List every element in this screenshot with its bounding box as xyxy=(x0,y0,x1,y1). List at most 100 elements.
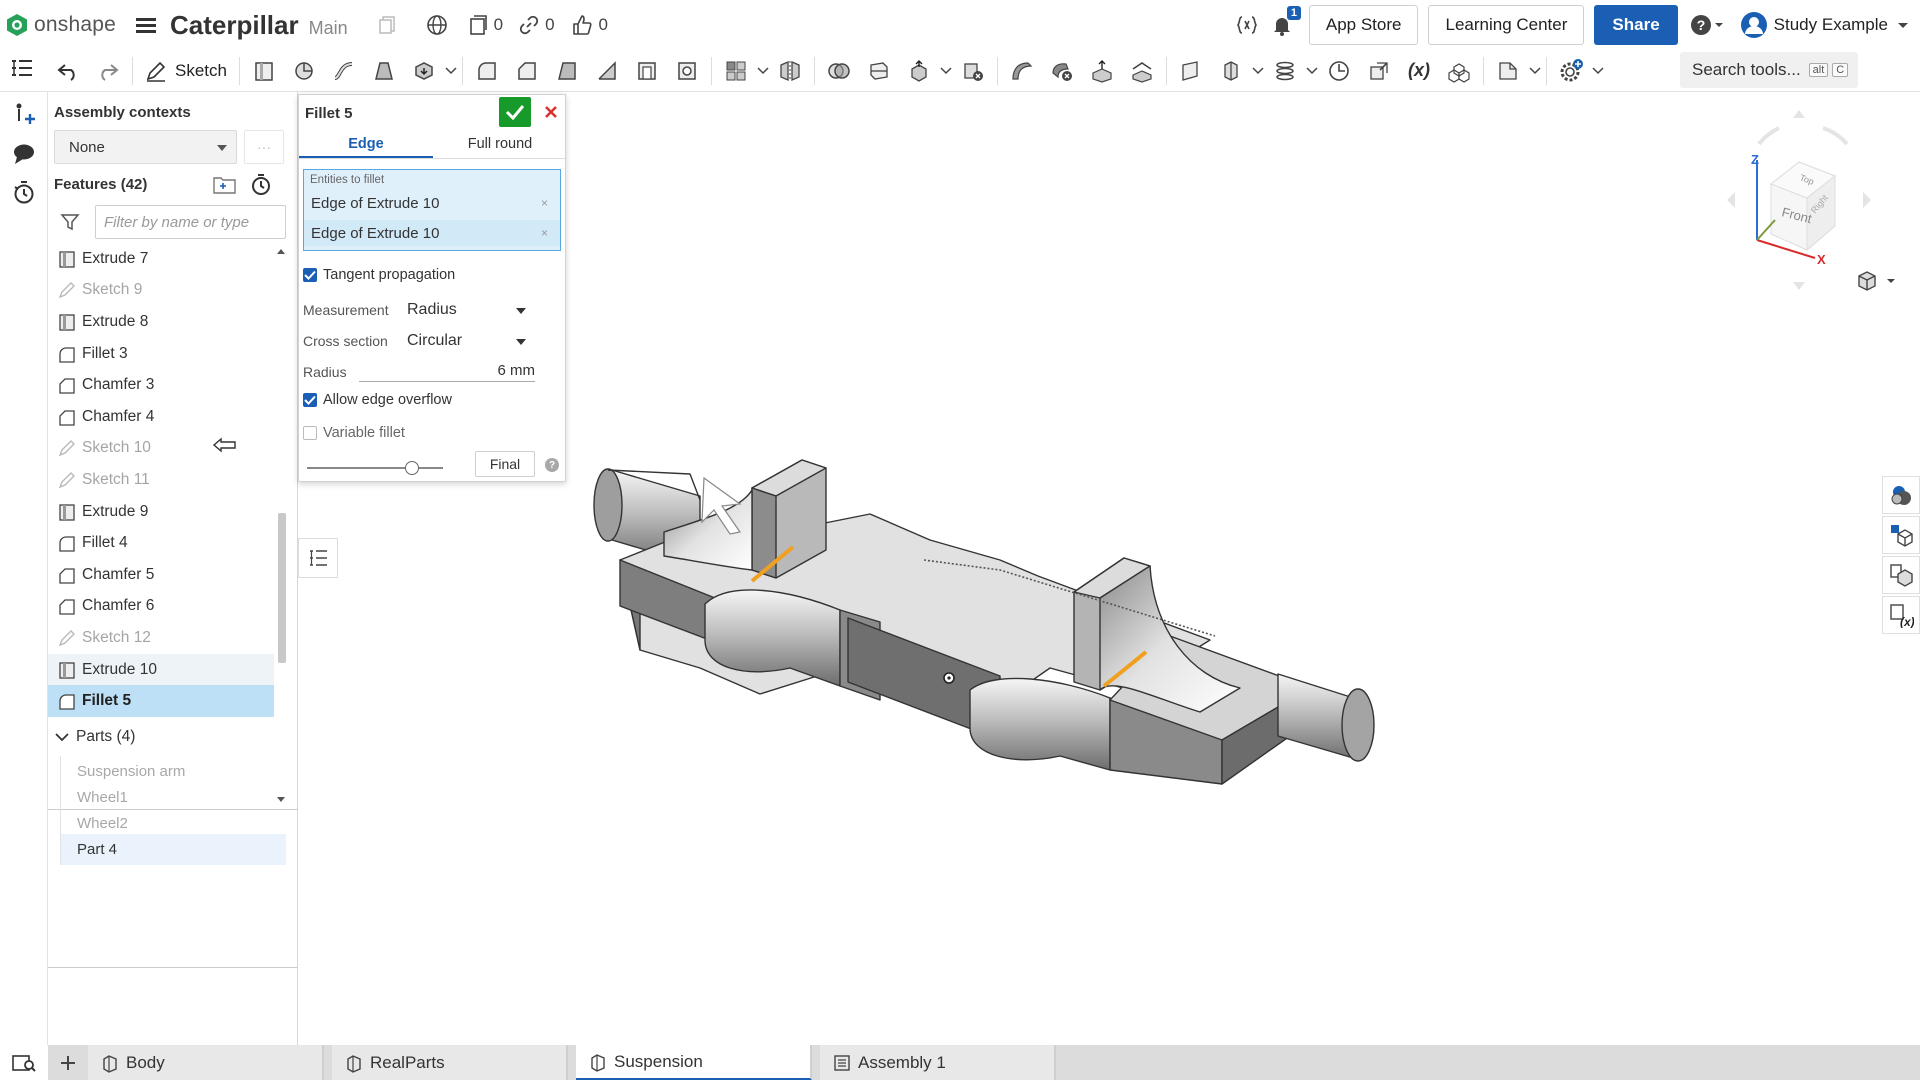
entities-to-fillet-box[interactable]: Entities to fillet Edge of Extrude 10 × … xyxy=(303,169,561,251)
feature-item[interactable]: Sketch 10 xyxy=(48,433,274,465)
app-store-button[interactable]: App Store xyxy=(1308,5,1419,45)
custom-features-button[interactable] xyxy=(1235,13,1259,37)
thicken-dropdown[interactable] xyxy=(444,66,458,75)
radius-input[interactable]: 6 mm xyxy=(359,362,535,382)
entity-item[interactable]: Edge of Extrude 10 × xyxy=(304,190,560,216)
tab-full-round[interactable]: Full round xyxy=(433,131,567,158)
view-options-button[interactable] xyxy=(1855,270,1899,294)
feature-list-scrollbar[interactable] xyxy=(276,243,286,808)
draft-tool[interactable] xyxy=(547,51,587,91)
insert-part-button[interactable] xyxy=(10,100,38,128)
derived-tool[interactable] xyxy=(1359,51,1399,91)
thicken-tool[interactable] xyxy=(404,51,444,91)
notifications-button[interactable]: 1 xyxy=(1271,6,1301,36)
allow-edge-overflow-row[interactable]: Allow edge overflow xyxy=(303,392,561,408)
variable-fillet-row[interactable]: Variable fillet xyxy=(303,425,561,441)
tangent-propagation-checkbox[interactable] xyxy=(303,268,317,282)
scroll-thumb[interactable] xyxy=(278,513,286,663)
like-button[interactable]: 0 xyxy=(571,14,608,36)
rollback-history-button[interactable] xyxy=(249,172,273,196)
loft-tool[interactable] xyxy=(364,51,404,91)
fillet-tool[interactable] xyxy=(467,51,507,91)
custom-feature-tool[interactable] xyxy=(1551,51,1591,91)
view-cube[interactable]: Top Front Right Z X xyxy=(1719,92,1889,292)
rollback-bar-handle[interactable] xyxy=(212,437,238,453)
assembly-context-select[interactable]: None xyxy=(54,130,237,164)
filter-input[interactable]: Filter by name or type xyxy=(95,205,286,239)
entity-item[interactable]: Edge of Extrude 10 × xyxy=(304,220,560,246)
plane-tool[interactable] xyxy=(1171,51,1211,91)
final-button[interactable]: Final xyxy=(475,451,535,477)
fillet-help-icon[interactable]: ? xyxy=(545,458,559,472)
variable-tool[interactable]: (x) xyxy=(1399,51,1439,91)
onshape-logo[interactable]: onshape xyxy=(6,13,116,37)
tab-assembly-1[interactable]: Assembly 1 xyxy=(820,1045,1056,1080)
fillet-cancel-button[interactable] xyxy=(539,97,563,127)
remove-entity-button[interactable]: × xyxy=(541,196,548,210)
tangent-propagation-row[interactable]: Tangent propagation xyxy=(303,267,561,283)
mate-connector-tool[interactable] xyxy=(1211,51,1251,91)
undo-button[interactable] xyxy=(48,51,88,91)
cross-section-select[interactable]: Circular xyxy=(401,328,531,354)
feature-list-collapse-button[interactable] xyxy=(298,538,338,578)
custom-feature-dropdown[interactable] xyxy=(1591,66,1605,75)
tab-realparts[interactable]: RealParts xyxy=(332,1045,568,1080)
split-tool[interactable] xyxy=(859,51,899,91)
feature-item[interactable]: Sketch 11 xyxy=(48,464,274,496)
feature-item[interactable]: Fillet 4 xyxy=(48,527,274,559)
delete-part-tool[interactable] xyxy=(953,51,993,91)
copy-document-button[interactable] xyxy=(378,15,398,35)
pattern-dropdown[interactable] xyxy=(756,66,770,75)
history-button[interactable] xyxy=(10,178,38,206)
feature-item[interactable]: Chamfer 5 xyxy=(48,559,274,591)
feature-item[interactable]: Fillet 3 xyxy=(48,338,274,370)
tab-body[interactable]: Body xyxy=(88,1045,324,1080)
boolean-tool[interactable] xyxy=(819,51,859,91)
measure-tool[interactable] xyxy=(1319,51,1359,91)
sheet-metal-dropdown[interactable] xyxy=(1528,66,1542,75)
links-button[interactable]: 0 xyxy=(519,15,555,35)
main-menu-button[interactable] xyxy=(135,16,156,34)
tab-suspension[interactable]: Suspension xyxy=(576,1045,812,1080)
move-face-tool[interactable] xyxy=(1082,51,1122,91)
delete-face-tool[interactable] xyxy=(1042,51,1082,91)
redo-button[interactable] xyxy=(88,51,128,91)
revolve-tool[interactable] xyxy=(284,51,324,91)
feature-item[interactable]: Sketch 12 xyxy=(48,622,274,654)
mass-properties-button[interactable] xyxy=(1882,556,1920,594)
mate-connector-dropdown[interactable] xyxy=(1251,66,1265,75)
allow-edge-overflow-checkbox[interactable] xyxy=(303,393,317,407)
add-folder-button[interactable] xyxy=(212,174,238,196)
transform-tool[interactable] xyxy=(899,51,939,91)
part-studio-properties-button[interactable] xyxy=(1882,516,1920,554)
parts-section-header[interactable]: Parts (4) xyxy=(54,728,135,746)
configuration-tool[interactable] xyxy=(1439,51,1479,91)
sketch-button[interactable]: Sketch xyxy=(137,60,235,82)
assembly-context-more-button[interactable]: ··· xyxy=(244,130,284,164)
extrude-tool[interactable] xyxy=(244,51,284,91)
replace-face-tool[interactable] xyxy=(1122,51,1162,91)
feature-item[interactable]: Extrude 9 xyxy=(48,496,274,528)
modify-fillet-tool[interactable] xyxy=(1002,51,1042,91)
learning-center-button[interactable]: Learning Center xyxy=(1428,5,1585,45)
filter-button[interactable] xyxy=(60,212,80,232)
feature-item[interactable]: Chamfer 6 xyxy=(48,591,274,623)
feature-item[interactable]: Chamfer 4 xyxy=(48,401,274,433)
feature-item[interactable]: Extrude 10 xyxy=(48,653,274,686)
help-menu-button[interactable]: ? xyxy=(1690,14,1726,36)
public-document-button[interactable] xyxy=(426,14,448,36)
fillet-accept-button[interactable] xyxy=(499,97,531,127)
shell-tool[interactable] xyxy=(627,51,667,91)
helix-tool[interactable] xyxy=(1265,51,1305,91)
sheet-metal-tool[interactable] xyxy=(1488,51,1528,91)
share-button[interactable]: Share xyxy=(1594,5,1678,45)
mirror-tool[interactable] xyxy=(770,51,810,91)
part-item[interactable]: Part 4 xyxy=(60,834,286,865)
pattern-tool[interactable] xyxy=(716,51,756,91)
user-menu[interactable]: Study Example xyxy=(1740,11,1910,39)
tab-manager-button[interactable] xyxy=(0,1045,48,1080)
hole-tool[interactable] xyxy=(667,51,707,91)
sweep-tool[interactable] xyxy=(324,51,364,91)
preview-slider[interactable] xyxy=(307,461,443,475)
document-title[interactable]: Caterpillar xyxy=(170,10,299,41)
